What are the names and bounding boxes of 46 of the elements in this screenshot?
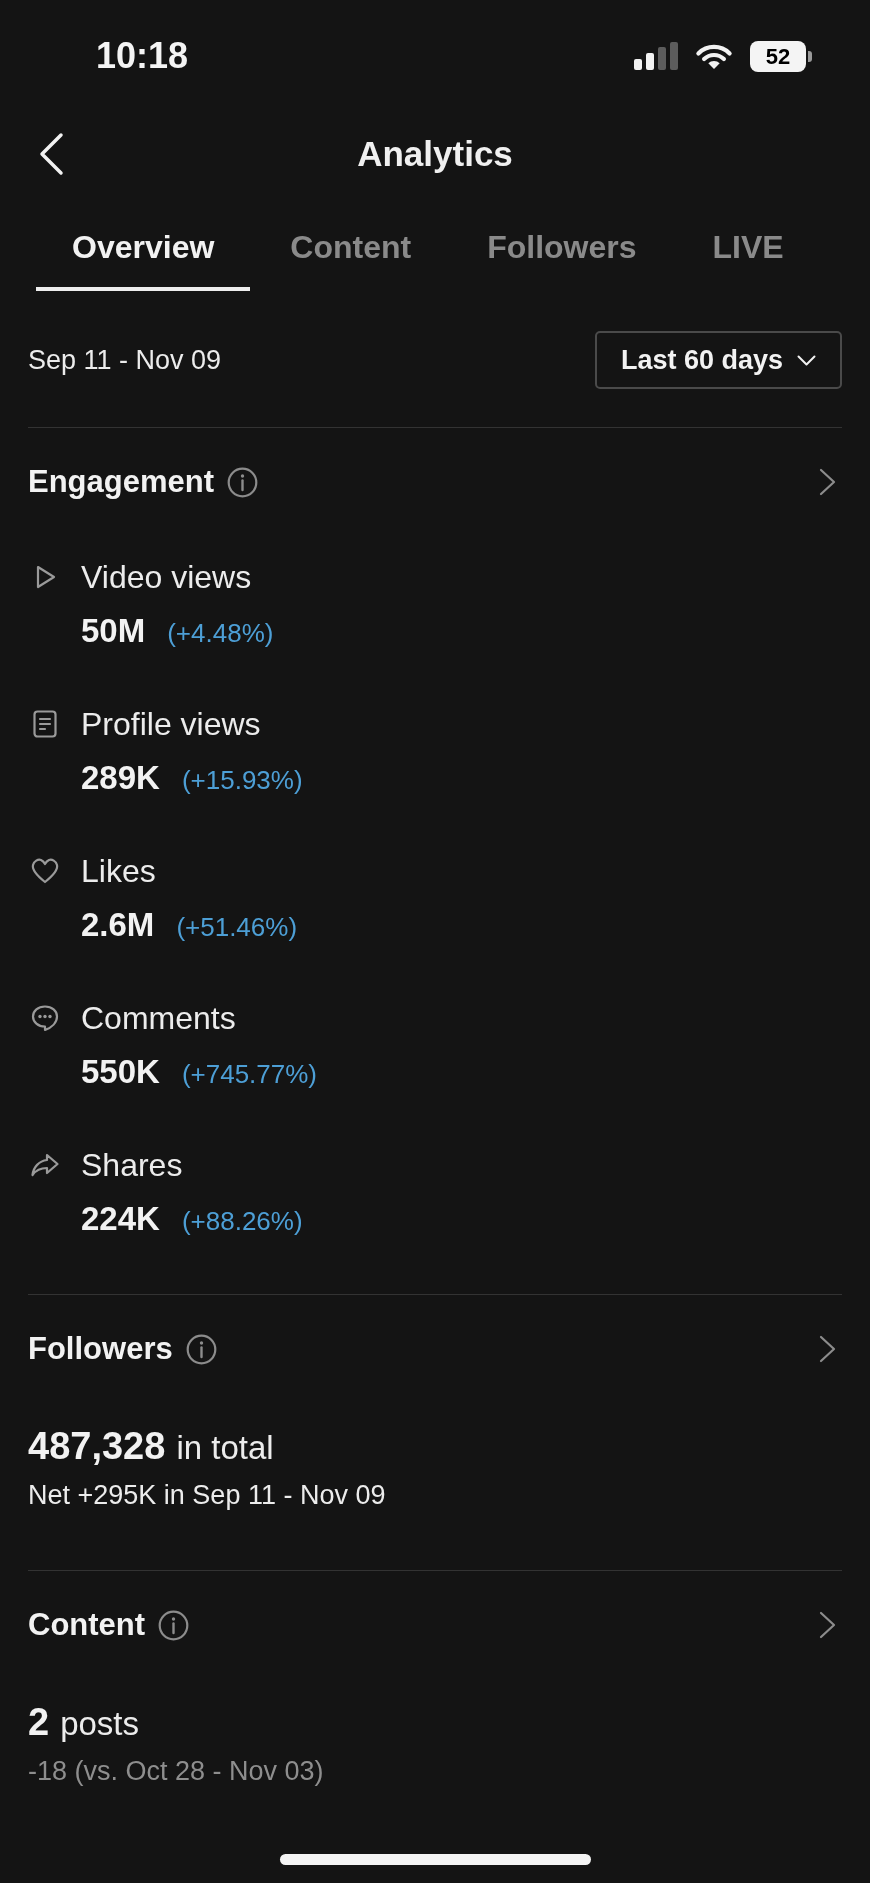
signal-icon [634,42,678,70]
tab[interactable]: Followers [451,196,673,291]
net-followers-text: Net +295K in Sep 11 - Nov 09 [28,1479,386,1512]
metric-value: 550K [81,1052,160,1092]
section-title: Content [28,1606,146,1644]
date-range: Sep 11 - Nov 09 [28,344,222,377]
section-title: Followers [28,1330,173,1368]
metric-value: 2.6M [81,905,155,945]
metric-value: 289K [81,758,160,798]
info-icon[interactable] [158,1609,190,1641]
follower-count-label: in total [176,1428,274,1468]
post-count: 2 [28,1700,50,1745]
metric-label: Likes [81,852,156,891]
wifi-icon [695,42,733,70]
metric-change: (+745.77%) [181,1058,318,1091]
info-icon[interactable] [185,1333,217,1365]
info-icon[interactable] [227,466,259,498]
section-title: Engagement [28,463,215,501]
back-icon[interactable] [38,132,64,176]
metric-change: (+4.48%) [167,617,274,650]
metric-label: Shares [81,1146,183,1185]
tab[interactable]: LIVE [676,196,820,291]
page-title: Analytics [356,133,514,175]
chevron-right-icon[interactable] [819,1611,836,1639]
metric-value: 50M [81,611,146,651]
battery-indicator: 52 [750,40,812,72]
document-icon [30,709,60,739]
chevron-right-icon[interactable] [819,1335,836,1363]
chevron-down-icon [797,354,816,366]
follower-count: 487,328 [28,1424,166,1469]
status-time: 10:18 [96,34,189,78]
comment-icon [30,1003,60,1033]
metric-change: (+88.26%) [181,1205,303,1238]
tab[interactable]: Content [254,196,448,291]
metric-change: (+15.93%) [181,764,303,797]
metric-label: Video views [81,558,252,597]
tab[interactable]: Overview [36,196,251,291]
chevron-right-icon[interactable] [819,468,836,496]
metric-change: (+51.46%) [176,911,298,944]
metric-label: Comments [81,999,236,1038]
metric-label: Profile views [81,705,261,744]
post-count-label: posts [60,1704,139,1744]
period-dropdown[interactable]: Last 60 days [594,331,842,389]
heart-icon [30,856,60,886]
metric-value: 224K [81,1199,160,1239]
post-comparison-text: -18 (vs. Oct 28 - Nov 03) [28,1755,324,1788]
